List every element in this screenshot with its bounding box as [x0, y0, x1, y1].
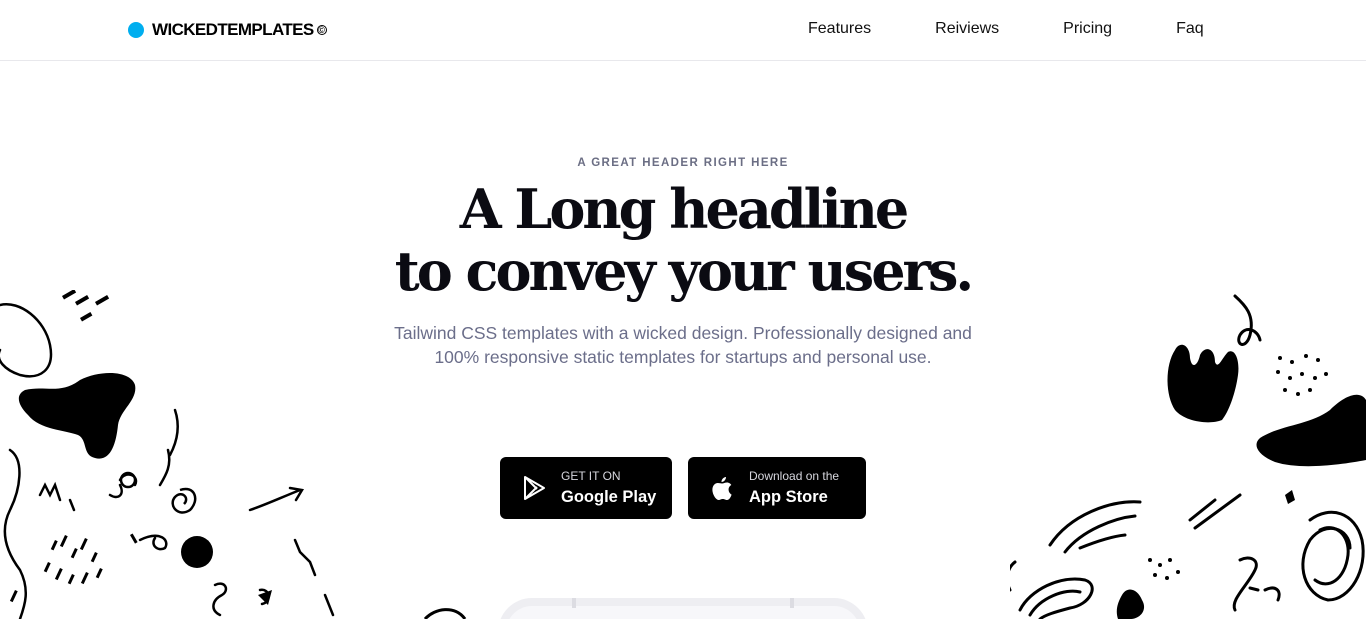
- main-nav: Features Reiviews Pricing Faq: [808, 20, 1204, 38]
- nav-link-features[interactable]: Features: [808, 20, 871, 38]
- copyright-icon: ©: [316, 24, 327, 35]
- google-play-small-label: GET IT ON: [561, 468, 621, 483]
- app-store-large-label: App Store: [749, 487, 828, 506]
- nav-link-reviews[interactable]: Reiviews: [935, 20, 999, 38]
- app-store-small-label: Download on the: [749, 468, 840, 483]
- google-play-text: GET IT ON Google Play: [561, 469, 656, 508]
- phone-mockup-top: [498, 598, 868, 619]
- brand-logo[interactable]: WICKEDTEMPLATES ©: [128, 20, 327, 40]
- subtitle-line-2: 100% responsive static templates for sta…: [434, 347, 932, 367]
- play-store-icon: [520, 474, 548, 502]
- hero-eyebrow: A GREAT HEADER RIGHT HERE: [577, 157, 789, 169]
- left-doodle-illustration: [0, 290, 335, 619]
- google-play-large-label: Google Play: [561, 487, 657, 506]
- app-store-text: Download on the App Store: [749, 469, 839, 508]
- nav-link-pricing[interactable]: Pricing: [1063, 20, 1112, 38]
- hero-subtitle: Tailwind CSS templates with a wicked des…: [333, 321, 1033, 369]
- subtitle-line-1: Tailwind CSS templates with a wicked des…: [394, 323, 972, 343]
- nav-link-faq[interactable]: Faq: [1176, 20, 1204, 38]
- right-doodle-illustration: [1010, 294, 1366, 619]
- headline-line-1: A Long headline: [459, 177, 910, 241]
- google-play-button[interactable]: GET IT ON Google Play: [500, 457, 672, 519]
- bottom-wave-doodle: [423, 608, 467, 619]
- brand-dot-icon: [128, 22, 144, 38]
- phone-buttons-icon: [572, 598, 794, 608]
- app-store-button[interactable]: Download on the App Store: [688, 457, 866, 519]
- apple-icon: [708, 474, 736, 502]
- brand-name: WICKEDTEMPLATES: [152, 20, 314, 39]
- navbar: WICKEDTEMPLATES © Features Reiviews Pric…: [0, 0, 1366, 61]
- headline-line-2: to convey your users.: [394, 239, 974, 303]
- hero-headline: A Long headline to convey your users.: [0, 178, 1366, 302]
